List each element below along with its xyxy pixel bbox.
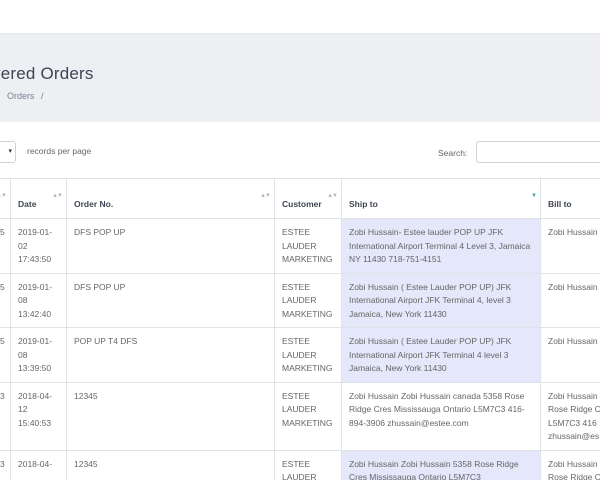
- column-header-order-no[interactable]: Order No. ▲▼: [66, 178, 275, 219]
- sort-icon: ▲▼: [52, 193, 63, 199]
- breadcrumb: Orders /: [7, 91, 48, 101]
- cell-order-no: 12345: [66, 449, 275, 480]
- chevron-down-icon: ▾: [8, 148, 12, 155]
- cell-bill-to: Zobi Hussain: [540, 218, 600, 274]
- top-bar: [0, 0, 600, 34]
- search-input[interactable]: [476, 141, 600, 163]
- column-header-bill-to[interactable]: Bill to: [540, 178, 600, 219]
- cell-order-no: 12345: [66, 381, 275, 451]
- cell-ship-to: Zobi Hussain ( Estee Lauder POP UP) JFK …: [341, 272, 541, 328]
- cell-ship-to: Zobi Hussain Zobi Hussain canada 5358 Ro…: [341, 381, 541, 451]
- cell-customer: ESTEE LAUDER MARKETING: [274, 381, 342, 451]
- cell-ship-to: Zobi Hussain- Estee lauder POP UP JFK In…: [341, 218, 541, 274]
- sort-icon: ▲▼: [327, 193, 338, 199]
- sort-icon: ▲▼: [260, 193, 271, 199]
- table-row[interactable]: 5 2019-01- 08 13:42:40 DFS POP UP ESTEE LAU…: [0, 272, 600, 328]
- cell-ship-to: Zobi Hussain Zobi Hussain 5358 Rose Ridg…: [341, 449, 541, 480]
- cell-bill-to: Zobi Hussain Rose Ridge C: [540, 449, 600, 480]
- cell-stub: 5: [0, 327, 11, 383]
- search-label: Search:: [438, 148, 468, 158]
- cell-stub: 5: [0, 218, 11, 274]
- column-header-customer[interactable]: Customer ▲▼: [274, 178, 342, 219]
- cell-date: 2018-04-: [10, 449, 67, 480]
- column-header-ship-to[interactable]: Ship to ▼: [341, 178, 541, 219]
- cell-bill-to: Zobi Hussain: [540, 327, 600, 383]
- table-row[interactable]: 3 2018-04- 12345 ESTEE LAUDER Zobi Hussain …: [0, 449, 600, 480]
- sort-icon: ▲▼: [0, 193, 7, 199]
- sort-active-icon: ▼: [531, 193, 537, 199]
- table-controls: ▾ records per page Search:: [0, 138, 600, 168]
- table-row[interactable]: 5 2019-01- 08 13:39:50 POP UP T4 DFS ESTEE …: [0, 327, 600, 383]
- cell-order-no: POP UP T4 DFS: [66, 327, 275, 383]
- cell-date: 2019-01- 02 17:43:50: [10, 218, 67, 274]
- column-header-stub[interactable]: ▲▼: [0, 178, 11, 219]
- page-header: vered Orders Orders /: [0, 34, 600, 122]
- cell-order-no: DFS POP UP: [66, 272, 275, 328]
- table-row[interactable]: 5 2019-01- 02 17:43:50 DFS POP UP ESTEE LAU…: [0, 218, 600, 274]
- cell-customer: ESTEE LAUDER: [274, 449, 342, 480]
- cell-stub: 3: [0, 449, 11, 480]
- cell-customer: ESTEE LAUDER MARKETING: [274, 327, 342, 383]
- cell-date: 2019-01- 08 13:42:40: [10, 272, 67, 328]
- column-header-date[interactable]: Date ▲▼: [10, 178, 67, 219]
- cell-stub: 5: [0, 272, 11, 328]
- cell-date: 2018-04- 12 15:40:53: [10, 381, 67, 451]
- cell-order-no: DFS POP UP: [66, 218, 275, 274]
- cell-customer: ESTEE LAUDER MARKETING: [274, 272, 342, 328]
- cell-ship-to: Zobi Hussain ( Estee Lauder POP UP) JFK …: [341, 327, 541, 383]
- cell-date: 2019-01- 08 13:39:50: [10, 327, 67, 383]
- cell-stub: 3: [0, 381, 11, 451]
- records-per-page-label: records per page: [27, 146, 92, 156]
- page-title: vered Orders: [0, 64, 94, 83]
- cell-bill-to: Zobi Hussain: [540, 272, 600, 328]
- breadcrumb-orders-link[interactable]: Orders: [7, 91, 35, 101]
- table-row[interactable]: 3 2018-04- 12 15:40:53 12345 ESTEE LAUDER M…: [0, 381, 600, 451]
- orders-table: ▲▼ Date▲▼ Order No.▲▼ Customer▲▼ Ship to…: [0, 178, 600, 480]
- breadcrumb-separator: /: [41, 91, 44, 101]
- cell-bill-to: Zobi Hussain Rose Ridge C L5M7C3 416 zhu…: [540, 381, 600, 451]
- cell-customer: ESTEE LAUDER MARKETING: [274, 218, 342, 274]
- records-per-page-select[interactable]: ▾: [0, 141, 16, 163]
- table-header-row: ▲▼ Date▲▼ Order No.▲▼ Customer▲▼ Ship to…: [0, 178, 600, 219]
